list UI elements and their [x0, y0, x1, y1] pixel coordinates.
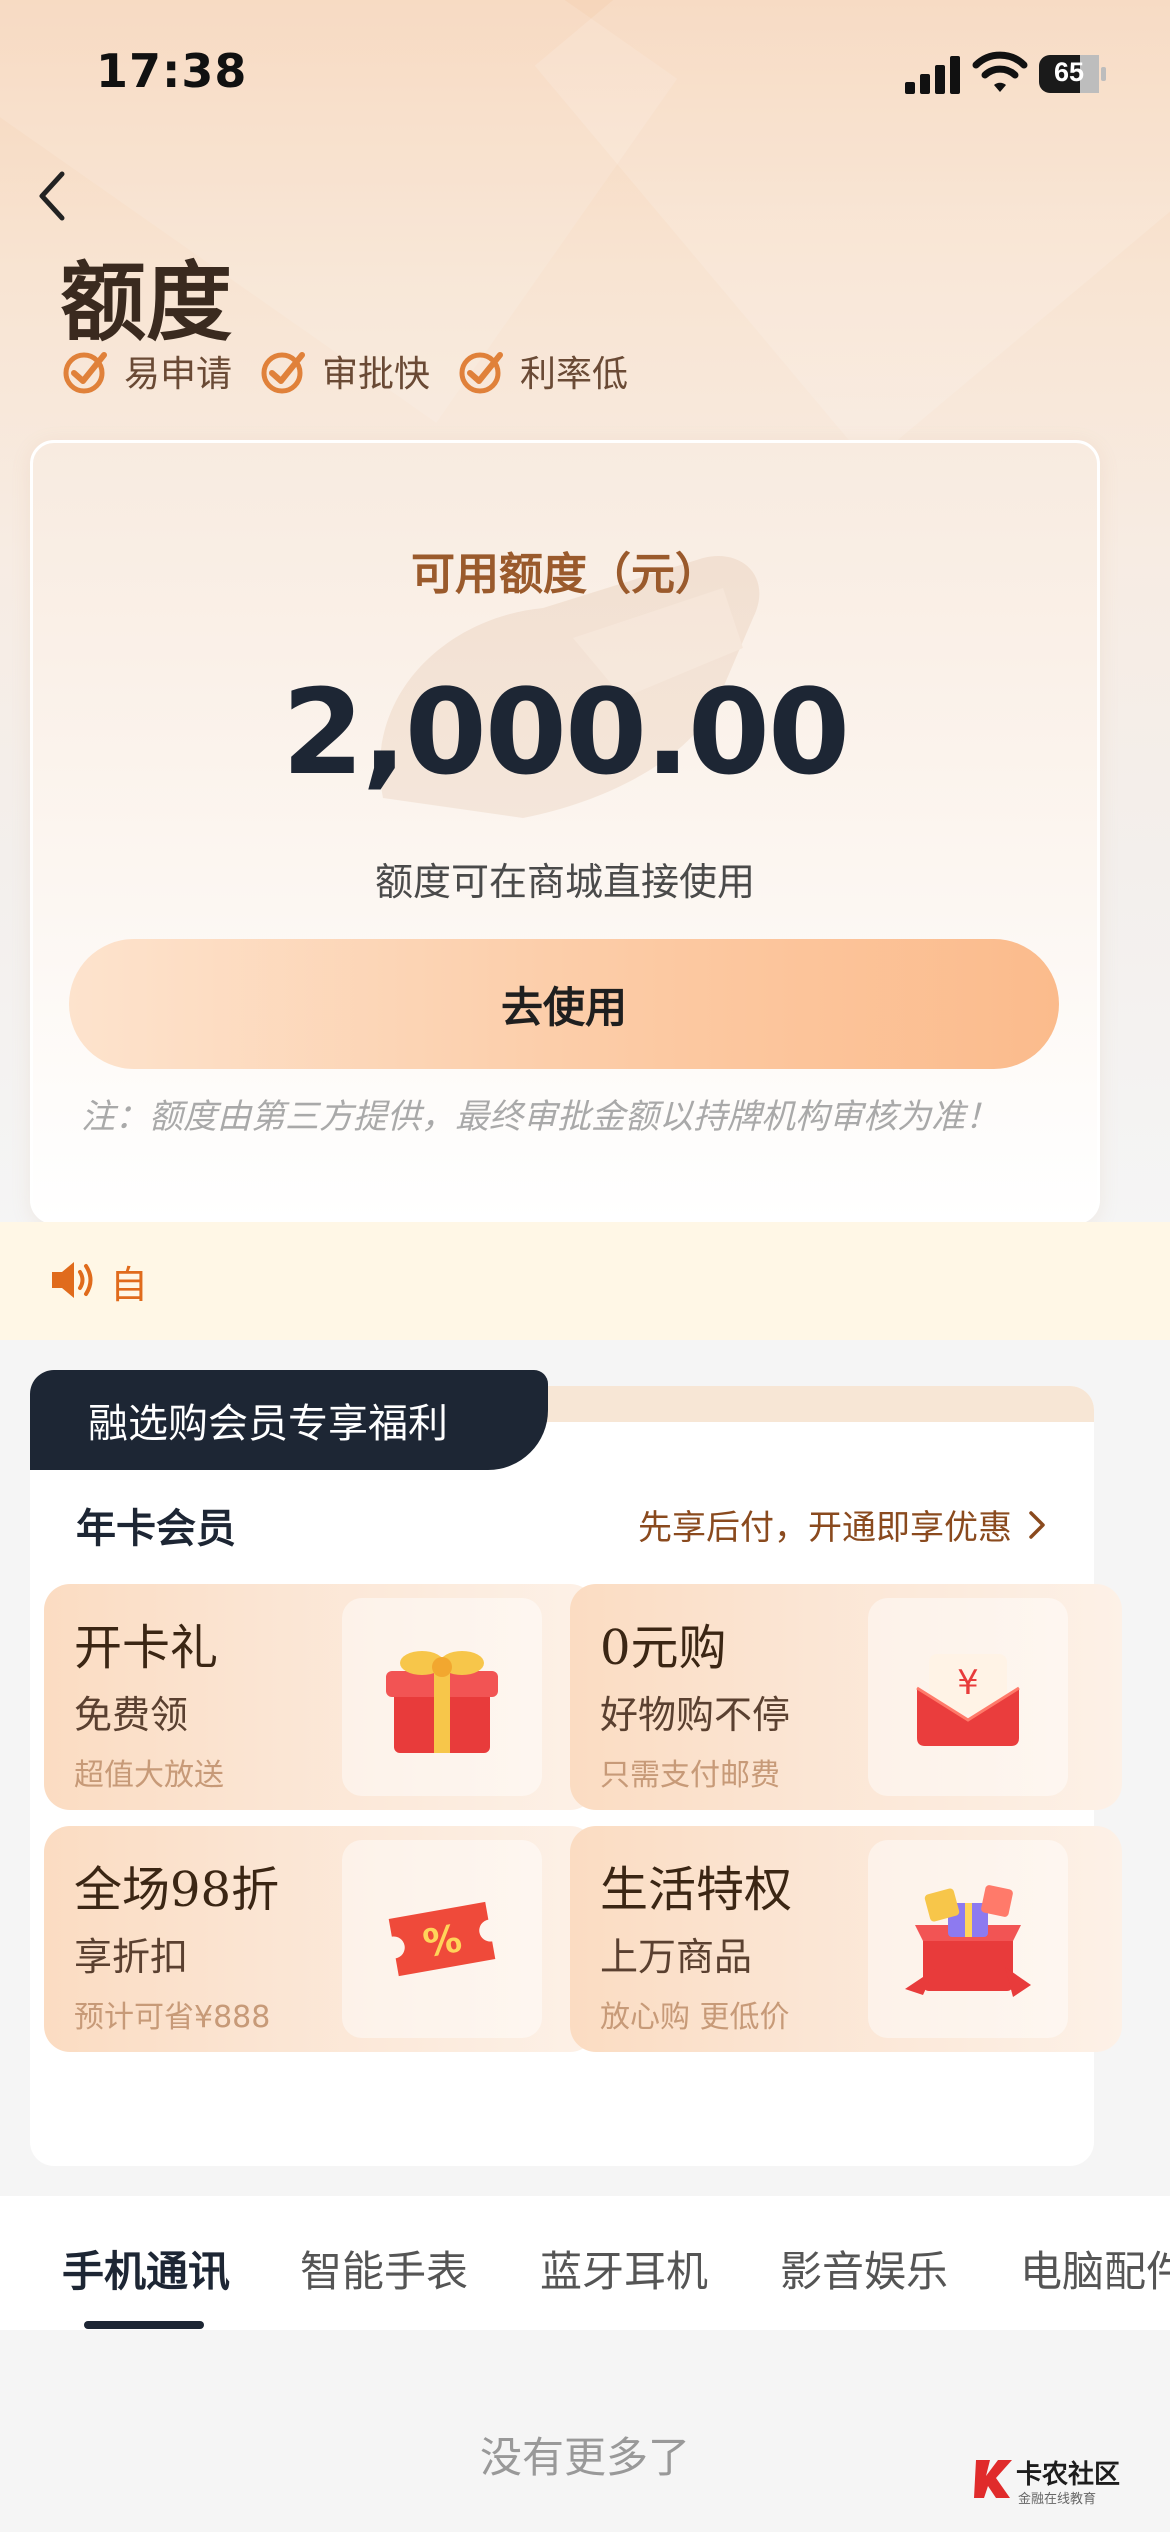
credit-amount: 2,000.00 [281, 663, 850, 801]
benefit-card-note: 放心购 更低价 [600, 2000, 790, 2035]
benefit-card-subtitle: 上万商品 [600, 1935, 753, 1979]
speaker-icon [52, 1262, 93, 1298]
benefit-card-image: ¥ [868, 1598, 1068, 1796]
use-credit-button[interactable]: 去使用 [69, 939, 1059, 1069]
chevron-right-icon [1029, 1510, 1045, 1539]
notice-text: 自 [110, 1263, 149, 1307]
feature-tag-label: 利率低 [520, 354, 629, 395]
page-title: 额度 [60, 253, 232, 353]
feature-tag: 易申请 [62, 345, 232, 397]
status-bar: 17:38 65 [0, 0, 1170, 150]
benefit-card-note: 预计可省¥888 [74, 2000, 271, 2035]
annual-member-link-text: 先享后付，开通即享优惠 [638, 1508, 1012, 1548]
status-time: 17:38 [96, 44, 248, 98]
benefit-card-zero-purchase[interactable]: 0元购 好物购不停 只需支付邮费 ¥ [570, 1584, 1122, 1810]
svg-text:%: % [420, 1916, 465, 1966]
watermark-subtitle: 金融在线教育 [1018, 2492, 1097, 2507]
feature-tag-label: 易申请 [124, 354, 233, 395]
feature-tag: 审批快 [260, 345, 430, 397]
category-tab-smartwatch[interactable]: 智能手表 [300, 2238, 468, 2299]
watermark-title: 卡农社区 [1016, 2460, 1121, 2490]
benefit-card-note: 超值大放送 [74, 1758, 224, 1793]
gift-box-icon [386, 1651, 498, 1753]
annual-member-title: 年卡会员 [76, 1506, 236, 1552]
category-tab-pc-accessories[interactable]: 电脑配件 [1020, 2238, 1170, 2299]
chevron-left-icon [39, 171, 65, 221]
check-badge-icon [459, 352, 504, 394]
kanong-watermark: 卡农社区 金融在线教育 [972, 2452, 1162, 2522]
benefit-card-title: 开卡礼 [74, 1620, 219, 1676]
benefit-card-image [342, 1598, 542, 1796]
cellular-signal-icon [905, 56, 960, 94]
check-badge-icon [261, 352, 306, 394]
credit-disclaimer: 注：额度由第三方提供，最终审批金额以持牌机构审核为准！ [81, 1097, 999, 1137]
notice-bar[interactable] [0, 1222, 1170, 1340]
check-badge-icon [63, 352, 107, 394]
svg-text:¥: ¥ [957, 1663, 979, 1703]
feature-tags: 易申请 审批快 利率低 [62, 345, 628, 397]
gift-pile-icon [905, 1885, 1031, 1997]
category-tab-phones[interactable]: 手机通讯 [62, 2238, 230, 2299]
discount-ticket-icon: % [388, 1901, 496, 1977]
benefit-card-image: % [342, 1840, 542, 2038]
benefit-card-subtitle: 享折扣 [74, 1935, 189, 1979]
benefits-tab[interactable]: 融选购会员专享福利 [30, 1370, 548, 1470]
benefit-card-subtitle: 好物购不停 [600, 1693, 791, 1737]
category-tab-earbuds[interactable]: 蓝牙耳机 [540, 2238, 708, 2299]
available-credit-label: 可用额度（元） [411, 549, 719, 600]
benefit-card-subtitle: 免费领 [74, 1693, 189, 1737]
wifi-icon [972, 51, 1028, 92]
benefit-card-open-gift[interactable]: 开卡礼 免费领 超值大放送 [44, 1584, 596, 1810]
category-tab-entertainment[interactable]: 影音娱乐 [780, 2238, 948, 2299]
benefit-card-title: 生活特权 [600, 1862, 793, 1918]
benefit-card-image [868, 1840, 1068, 2038]
benefit-card-title: 0元购 [600, 1620, 727, 1676]
benefit-card-note: 只需支付邮费 [600, 1758, 780, 1793]
battery-icon: 65 [1038, 54, 1108, 94]
battery-level: 65 [1053, 57, 1085, 87]
annual-member-link[interactable]: 先享后付，开通即享优惠 [638, 1500, 1046, 1549]
back-button[interactable] [24, 168, 80, 224]
credit-subtitle: 额度可在商城直接使用 [374, 860, 755, 904]
category-active-indicator [84, 2321, 204, 2329]
benefit-card-discount[interactable]: 全场98折 享折扣 预计可省¥888 % [44, 1826, 596, 2052]
benefit-card-life-privilege[interactable]: 生活特权 上万商品 放心购 更低价 [570, 1826, 1122, 2052]
credit-card: 可用额度（元） 2,000.00 额度可在商城直接使用 去使用 注：额度由第三方… [30, 440, 1100, 1224]
benefit-card-title: 全场98折 [74, 1862, 280, 1918]
kanong-logo-icon [974, 2460, 1012, 2498]
feature-tag: 利率低 [458, 345, 628, 397]
red-envelope-icon: ¥ [916, 1654, 1020, 1746]
feature-tag-label: 审批快 [322, 354, 431, 395]
